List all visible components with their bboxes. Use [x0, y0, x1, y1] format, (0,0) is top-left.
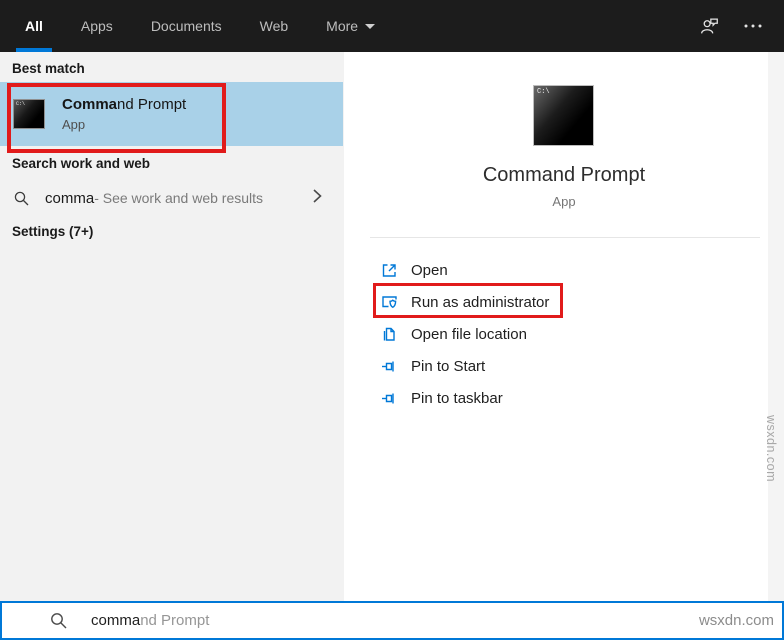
watermark-side: wsxdn.com	[764, 415, 778, 483]
tab-web-label: Web	[259, 18, 289, 34]
best-match-title-matched: Comma	[62, 96, 118, 113]
action-pin-to-taskbar-label: Pin to taskbar	[411, 389, 503, 407]
tab-more-label: More	[326, 18, 359, 34]
search-input[interactable]: command Prompt wsxdn.com	[0, 601, 784, 640]
tab-more[interactable]: More	[317, 0, 384, 52]
tab-all[interactable]: All	[16, 0, 52, 52]
file-location-icon	[381, 326, 398, 343]
feedback-icon[interactable]	[698, 15, 720, 37]
shield-window-icon	[381, 294, 398, 311]
command-prompt-icon: C:\	[533, 85, 594, 146]
action-open-label: Open	[411, 261, 448, 279]
tab-apps[interactable]: Apps	[72, 0, 122, 52]
tab-all-label: All	[25, 18, 43, 34]
search-filter-bar: All Apps Documents Web More	[0, 0, 784, 52]
open-icon	[381, 262, 398, 279]
watermark-bottom: wsxdn.com	[698, 612, 774, 629]
best-match-title: Command Prompt	[62, 96, 186, 113]
web-suggestion-row[interactable]: comma - See work and web results	[0, 183, 344, 213]
search-results-panel: Best match C:\ Command Prompt App Search…	[0, 52, 344, 601]
action-pin-to-start[interactable]: Pin to Start	[344, 350, 768, 382]
action-open-file-location[interactable]: Open file location	[344, 318, 768, 350]
dropdown-caret-icon	[365, 23, 376, 29]
best-match-result-command-prompt[interactable]: C:\ Command Prompt App	[0, 82, 343, 146]
preview-divider	[370, 237, 760, 238]
best-match-texts: Command Prompt App	[62, 96, 186, 132]
action-open[interactable]: Open	[344, 254, 768, 286]
settings-header: Settings (7+)	[12, 224, 94, 239]
pin-icon	[381, 358, 398, 375]
web-suggestion-description: - See work and web results	[94, 190, 264, 206]
web-suggestion-query: comma	[45, 189, 95, 207]
search-autocomplete-text: nd Prompt	[140, 612, 210, 629]
search-web-header: Search work and web	[12, 156, 151, 171]
best-match-type: App	[62, 117, 86, 132]
best-match-header: Best match	[12, 61, 85, 76]
filter-tabs: All Apps Documents Web More	[16, 0, 404, 52]
context-actions: Open Run as administrator Open file loca…	[344, 254, 768, 414]
search-icon	[49, 611, 68, 635]
result-preview-panel: C:\ Command Prompt App Open Run as admin…	[344, 52, 768, 601]
search-query-text: command Prompt	[91, 603, 209, 638]
action-run-as-administrator-label: Run as administrator	[411, 293, 550, 311]
action-pin-to-taskbar[interactable]: Pin to taskbar	[344, 382, 768, 414]
windows-search-panel: All Apps Documents Web More Best match C…	[0, 0, 784, 640]
chevron-right-icon[interactable]	[308, 187, 326, 210]
action-run-as-administrator[interactable]: Run as administrator	[344, 286, 768, 318]
action-open-file-location-label: Open file location	[411, 325, 527, 343]
tab-documents-label: Documents	[150, 18, 222, 34]
more-options-ellipsis-icon[interactable]	[742, 15, 764, 37]
topbar-icons	[698, 0, 764, 52]
right-edge-strip	[768, 52, 784, 601]
tab-documents[interactable]: Documents	[142, 0, 231, 52]
preview-app-name: Command Prompt	[482, 164, 646, 186]
command-prompt-icon: C:\	[13, 99, 45, 129]
tab-web[interactable]: Web	[251, 0, 298, 52]
search-icon	[14, 191, 29, 205]
tab-apps-label: Apps	[80, 18, 113, 34]
search-typed-text: comma	[91, 612, 141, 629]
action-pin-to-start-label: Pin to Start	[411, 357, 486, 375]
pin-icon	[381, 390, 398, 407]
best-match-title-rest: nd Prompt	[117, 96, 187, 113]
preview-app-type: App	[552, 194, 576, 209]
